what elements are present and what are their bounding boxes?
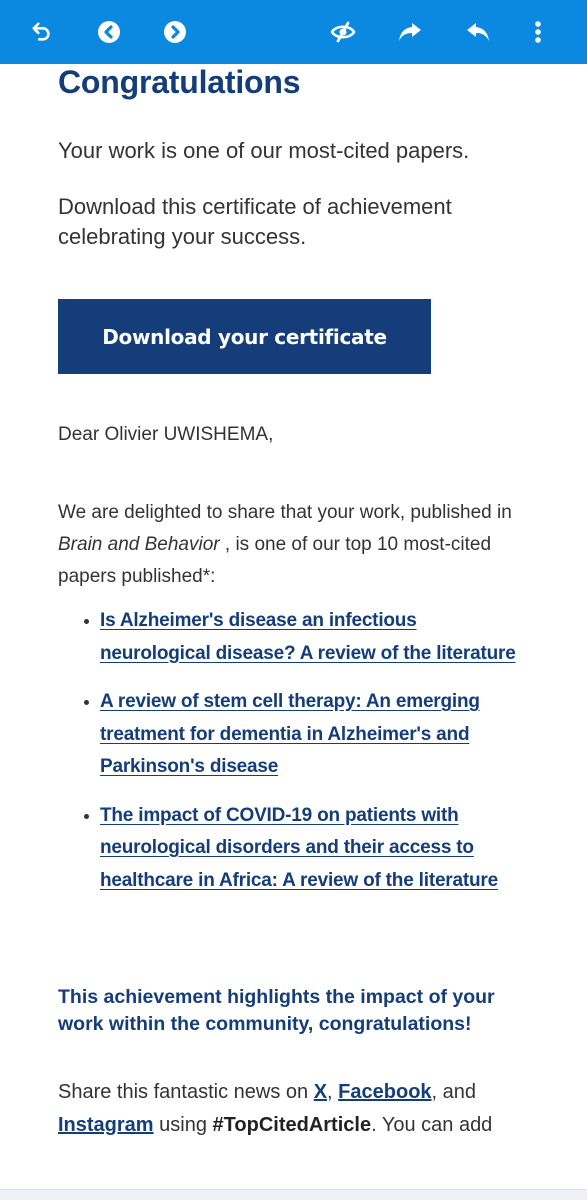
list-item: Is Alzheimer's disease an infectious neu… xyxy=(84,605,530,670)
share-suffix: . You can add xyxy=(371,1114,493,1136)
bullet xyxy=(84,619,89,624)
list-item: The impact of COVID-19 on patients with … xyxy=(84,800,530,898)
share-sep-2: , and xyxy=(431,1081,477,1103)
instagram-link[interactable]: Instagram xyxy=(58,1114,154,1136)
greeting: Dear Olivier UWISHEMA, xyxy=(58,424,274,445)
paper-link[interactable]: Is Alzheimer's disease an infectious neu… xyxy=(100,610,516,664)
list-item: A review of stem cell therapy: An emergi… xyxy=(84,686,530,784)
x-link[interactable]: X xyxy=(314,1081,327,1103)
reply-icon[interactable] xyxy=(464,18,492,46)
paper-list: Is Alzheimer's disease an infectious neu… xyxy=(84,605,530,913)
paper-link[interactable]: A review of stem cell therapy: An emergi… xyxy=(100,691,480,777)
lead-text-2: Download this certificate of achievement… xyxy=(58,194,452,249)
download-certificate-button[interactable]: Download your certificate xyxy=(58,299,431,374)
hashtag: #TopCitedArticle xyxy=(212,1114,372,1136)
previous-icon[interactable] xyxy=(95,18,123,46)
share-sep-1: , xyxy=(327,1081,339,1103)
mark-unread-icon[interactable] xyxy=(329,18,357,46)
facebook-link[interactable]: Facebook xyxy=(338,1081,431,1103)
forward-icon[interactable] xyxy=(396,18,424,46)
intro-paragraph: We are delighted to share that your work… xyxy=(58,497,538,593)
share-paragraph: Share this fantastic news on X, Facebook… xyxy=(58,1076,538,1142)
bullet xyxy=(84,700,89,705)
email-title: Congratulations xyxy=(58,64,301,100)
share-prefix: Share this fantastic news on xyxy=(58,1081,314,1103)
journal-name: Brain and Behavior xyxy=(58,534,220,555)
paper-link[interactable]: The impact of COVID-19 on patients with … xyxy=(100,805,498,891)
intro-text-1: We are delighted to share that your work… xyxy=(58,502,512,523)
bullet xyxy=(84,813,89,819)
highlight-text: This achievement highlights the impact o… xyxy=(58,986,495,1035)
bottom-sheet-edge xyxy=(0,1189,587,1200)
more-options-icon[interactable] xyxy=(524,18,552,46)
email-toolbar xyxy=(0,0,587,64)
share-using: using xyxy=(153,1114,213,1136)
undo-icon[interactable] xyxy=(28,18,56,46)
next-icon[interactable] xyxy=(161,18,189,46)
lead-text-1: Your work is one of our most-cited paper… xyxy=(58,138,470,163)
